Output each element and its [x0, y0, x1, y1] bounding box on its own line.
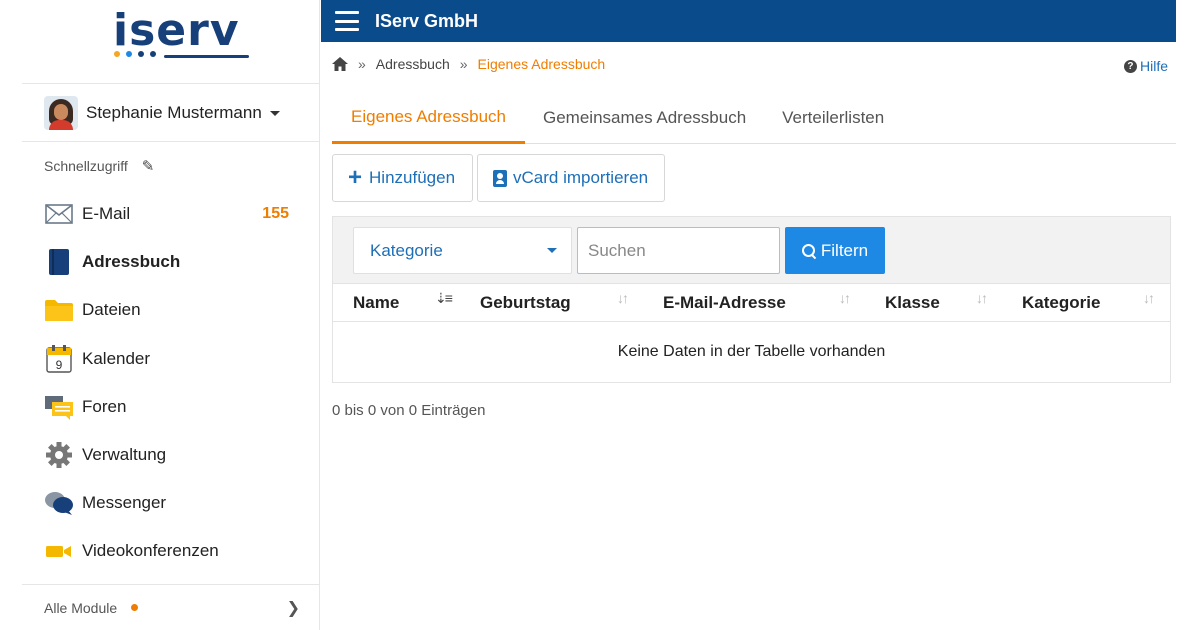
table-info: 0 bis 0 von 0 Einträgen — [332, 402, 486, 419]
sidebar-item-files[interactable]: Dateien — [22, 286, 319, 334]
column-header-class[interactable]: Klasse — [885, 284, 940, 322]
home-icon[interactable] — [332, 57, 348, 71]
main-content: » Adressbuch » Eigenes Adressbuch ? Hilf… — [332, 42, 1176, 630]
help-link[interactable]: ? Hilfe — [1123, 58, 1168, 74]
chevron-down-icon — [547, 248, 557, 253]
table-header: Name ⇣≡ Geburtstag ↓↑ E-Mail-Adresse ↓↑ … — [333, 284, 1170, 322]
sort-icon[interactable]: ↓↑ — [839, 290, 851, 306]
quick-access-header: Schnellzugriff ✎ — [22, 142, 319, 190]
sidebar-item-messenger[interactable]: Messenger — [22, 479, 319, 527]
sidebar-item-label: Foren — [82, 396, 127, 416]
sidebar-item-label: Dateien — [82, 300, 141, 320]
video-camera-icon — [44, 537, 74, 565]
sidebar-item-label: Videokonferenzen — [82, 541, 219, 561]
column-header-category[interactable]: Kategorie — [1022, 284, 1100, 322]
breadcrumb-separator: » — [459, 56, 468, 72]
help-label: Hilfe — [1139, 58, 1168, 74]
calendar-icon: 9 — [44, 344, 74, 373]
user-name: Stephanie Mustermann — [86, 102, 262, 122]
sort-ascending-icon[interactable]: ⇣≡ — [435, 290, 453, 307]
sidebar: iserv Stephanie Mustermann Schnellzugrif… — [22, 0, 320, 630]
unread-count-badge: 155 — [262, 205, 289, 223]
iserv-logo[interactable]: iserv — [22, 0, 319, 84]
column-header-name[interactable]: Name — [353, 284, 399, 322]
sort-icon[interactable]: ↓↑ — [1143, 290, 1155, 306]
tab-bar: Eigenes Adressbuch Gemeinsames Adressbuc… — [332, 92, 1176, 144]
chevron-right-icon: ❯ — [286, 599, 300, 617]
filter-button-label: Filtern — [820, 240, 869, 260]
breadcrumb-parent-link[interactable]: Adressbuch — [376, 56, 450, 72]
tab-own-address-book[interactable]: Eigenes Adressbuch — [332, 92, 525, 144]
category-select-label: Kategorie — [370, 240, 443, 260]
calendar-day: 9 — [56, 358, 63, 372]
gear-icon — [44, 441, 74, 469]
organization-title: IServ GmbH — [375, 10, 479, 31]
tab-distribution-lists[interactable]: Verteilerlisten — [764, 92, 902, 144]
all-modules-label: Alle Module — [44, 599, 118, 616]
breadcrumb-separator: » — [358, 56, 366, 72]
sidebar-item-label: Adressbuch — [82, 252, 181, 272]
sidebar-item-email[interactable]: E-Mail 155 — [22, 190, 319, 238]
sidebar-item-video-conferences[interactable]: Videokonferenzen — [22, 527, 319, 575]
search-input[interactable] — [577, 227, 780, 274]
search-icon — [801, 243, 816, 258]
tab-shared-address-book[interactable]: Gemeinsames Adressbuch — [525, 92, 764, 144]
filter-button[interactable]: Filtern — [785, 227, 885, 274]
sidebar-item-label: Verwaltung — [82, 445, 167, 465]
quick-access-label: Schnellzugriff — [44, 158, 128, 174]
logo-dots — [114, 51, 156, 57]
sidebar-item-address-book[interactable]: Adressbuch — [22, 238, 319, 286]
add-contact-button[interactable]: + Hinzufügen — [332, 154, 473, 202]
contact-card-icon — [493, 169, 507, 187]
pencil-icon[interactable]: ✎ — [142, 157, 155, 175]
breadcrumb-current: Eigenes Adressbuch — [477, 56, 606, 72]
caret-down-icon — [269, 111, 280, 116]
address-book-icon — [44, 248, 74, 276]
sidebar-item-forums[interactable]: Foren — [22, 383, 319, 431]
add-button-label: Hinzufügen — [369, 168, 456, 187]
sidebar-item-label: E-Mail — [82, 204, 131, 224]
sidebar-item-calendar[interactable]: 9 Kalender — [22, 335, 319, 383]
plus-icon: + — [348, 164, 363, 191]
filter-bar: Kategorie Filtern — [332, 216, 1171, 284]
category-select[interactable]: Kategorie — [353, 227, 572, 274]
logo-wordmark: iserv — [113, 5, 240, 56]
avatar — [44, 95, 78, 130]
chat-bubbles-icon — [44, 489, 74, 517]
hamburger-menu-icon[interactable] — [335, 11, 359, 31]
user-menu[interactable]: Stephanie Mustermann — [22, 84, 319, 142]
sort-icon[interactable]: ↓↑ — [976, 290, 988, 306]
sort-icon[interactable]: ↓↑ — [617, 290, 629, 306]
notification-dot — [131, 604, 139, 611]
import-vcard-label: vCard importieren — [513, 168, 649, 187]
folder-icon — [44, 296, 74, 324]
column-header-birthday[interactable]: Geburtstag — [480, 284, 571, 322]
forum-icon — [44, 393, 74, 421]
sidebar-nav: E-Mail 155 Adressbuch Dateien 9 Kalender — [22, 190, 319, 576]
contacts-table: Name ⇣≡ Geburtstag ↓↑ E-Mail-Adresse ↓↑ … — [332, 284, 1171, 383]
logo-underline — [164, 55, 249, 58]
column-header-email[interactable]: E-Mail-Adresse — [663, 284, 786, 322]
breadcrumb: » Adressbuch » Eigenes Adressbuch — [332, 54, 605, 74]
sidebar-item-label: Messenger — [82, 493, 167, 513]
question-circle-icon: ? — [1123, 59, 1137, 73]
import-vcard-button[interactable]: vCard importieren — [477, 154, 665, 202]
all-modules-link[interactable]: Alle Module ❯ — [22, 584, 320, 630]
empty-table-message: Keine Daten in der Tabelle vorhanden — [617, 343, 886, 360]
envelope-icon — [44, 200, 74, 228]
sidebar-item-administration[interactable]: Verwaltung — [22, 431, 319, 479]
top-bar: IServ GmbH — [321, 0, 1176, 42]
sidebar-item-label: Kalender — [82, 348, 151, 368]
